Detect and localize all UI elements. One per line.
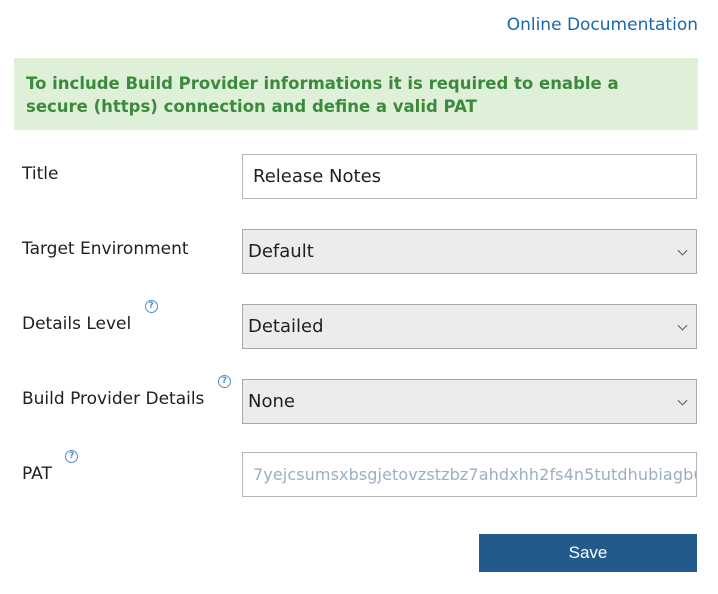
pat-label: PAT ? xyxy=(22,450,79,484)
build-provider-details-label-text: Build Provider Details xyxy=(22,389,205,409)
info-banner: To include Build Provider informations i… xyxy=(14,58,698,130)
chevron-down-icon xyxy=(677,395,688,406)
details-level-label-text: Details Level xyxy=(22,314,132,334)
online-documentation-link[interactable]: Online Documentation xyxy=(507,15,698,35)
help-icon[interactable]: ? xyxy=(144,300,158,313)
details-level-select[interactable]: Detailed xyxy=(242,304,697,349)
banner-message: To include Build Provider informations i… xyxy=(26,74,619,116)
details-level-value: Detailed xyxy=(248,316,324,337)
help-icon[interactable]: ? xyxy=(65,450,79,463)
chevron-down-icon xyxy=(677,245,688,256)
pat-label-text: PAT xyxy=(22,464,52,484)
chevron-down-icon xyxy=(677,320,688,331)
title-label: Title xyxy=(22,164,58,184)
title-input-value: Release Notes xyxy=(253,166,382,187)
target-environment-label-text: Target Environment xyxy=(22,239,189,259)
pat-input-value: 7yejcsumsxbsgjetovzstzbz7ahdxhh2fs4n5tut… xyxy=(253,465,697,484)
details-level-label: Details Level ? xyxy=(22,300,158,334)
target-environment-label: Target Environment xyxy=(22,239,189,259)
target-environment-select[interactable]: Default xyxy=(242,229,697,274)
title-input[interactable]: Release Notes xyxy=(242,154,697,199)
build-provider-details-select[interactable]: None xyxy=(242,379,697,424)
pat-input[interactable]: 7yejcsumsxbsgjetovzstzbz7ahdxhh2fs4n5tut… xyxy=(242,452,697,497)
title-label-text: Title xyxy=(22,164,59,184)
build-provider-details-label: Build Provider Details ? xyxy=(22,375,231,409)
build-provider-details-value: None xyxy=(248,391,295,412)
target-environment-value: Default xyxy=(248,241,314,262)
help-icon[interactable]: ? xyxy=(217,375,231,388)
save-button[interactable]: Save xyxy=(479,534,697,572)
